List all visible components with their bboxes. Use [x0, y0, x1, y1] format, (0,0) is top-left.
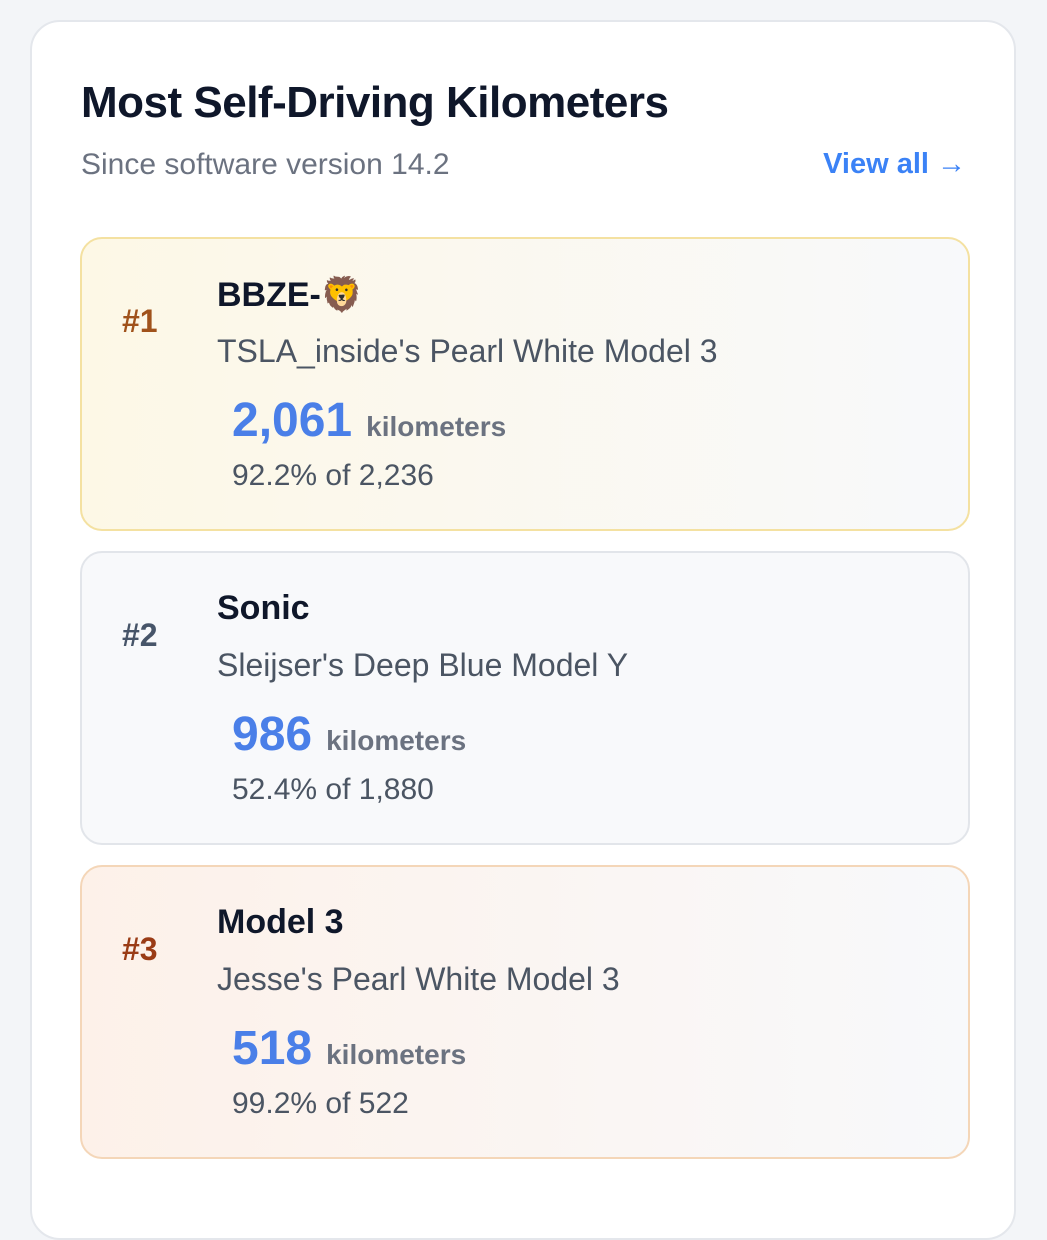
leaderboard-card: Most Self-Driving Kilometers Since softw… — [30, 20, 1016, 1240]
percent-of-total: 92.2% of 2,236 — [232, 459, 434, 492]
entry-name: BBZE-🦁 — [217, 276, 364, 314]
kilometers-stat: 2,061 kilometers — [232, 393, 506, 448]
vehicle-description: TSLA_inside's Pearl White Model 3 — [217, 333, 718, 369]
kilometers-unit: kilometers — [366, 411, 507, 442]
kilometers-unit: kilometers — [326, 1039, 467, 1070]
vehicle-description: Sleijser's Deep Blue Model Y — [217, 647, 629, 683]
entry-name: Sonic — [217, 589, 310, 627]
percent-of-total: 52.4% of 1,880 — [232, 773, 434, 806]
leaderboard-entry-1[interactable]: #1 BBZE-🦁 TSLA_inside's Pearl White Mode… — [80, 237, 970, 531]
rank-label: #3 — [122, 931, 158, 967]
entry-name: Model 3 — [217, 903, 344, 941]
leaderboard-entry-3[interactable]: #3 Model 3 Jesse's Pearl White Model 3 5… — [80, 865, 970, 1159]
kilometers-value: 986 — [232, 708, 313, 761]
kilometers-value: 518 — [232, 1022, 313, 1075]
card-subtitle: Since software version 14.2 — [81, 148, 450, 181]
leaderboard-entry-2[interactable]: #2 Sonic Sleijser's Deep Blue Model Y 98… — [80, 551, 970, 845]
kilometers-stat: 986 kilometers — [232, 707, 466, 762]
vehicle-description: Jesse's Pearl White Model 3 — [217, 961, 620, 997]
card-title: Most Self-Driving Kilometers — [81, 78, 669, 127]
kilometers-value: 2,061 — [232, 394, 353, 447]
rank-label: #2 — [122, 617, 158, 653]
percent-of-total: 99.2% of 522 — [232, 1087, 409, 1120]
view-all-link[interactable]: View all → — [823, 148, 966, 181]
kilometers-unit: kilometers — [326, 725, 467, 756]
kilometers-stat: 518 kilometers — [232, 1021, 466, 1076]
rank-label: #1 — [122, 303, 158, 339]
